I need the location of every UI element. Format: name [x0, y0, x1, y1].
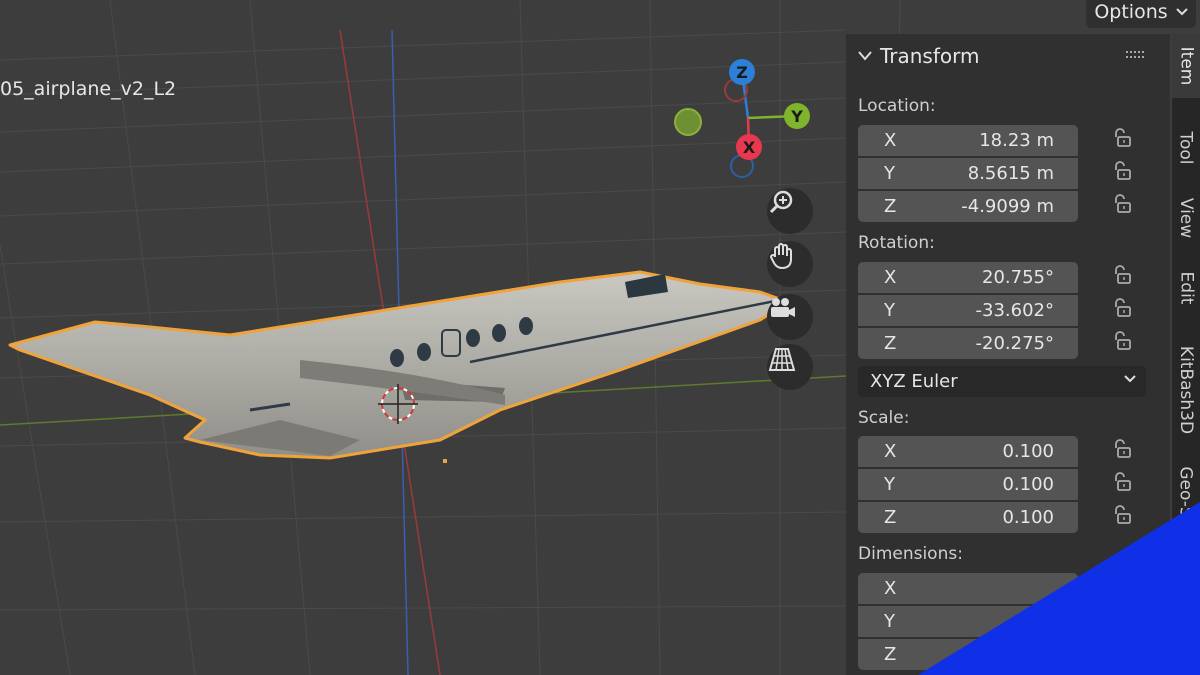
dimensions-z-field[interactable]: Z: [858, 639, 1078, 670]
lock-icon[interactable]: [1108, 329, 1132, 353]
location-x-field[interactable]: X 18.23 m: [858, 125, 1078, 156]
rotation-z-field[interactable]: Z -20.275°: [858, 328, 1078, 359]
gizmo-y-label: Y: [790, 107, 803, 126]
axis-label: Z: [884, 196, 897, 217]
axis-label: X: [884, 578, 897, 599]
gizmo-z-label: Z: [736, 63, 748, 82]
axis-label: Y: [884, 474, 895, 495]
camera-view-button[interactable]: [767, 294, 813, 340]
axis-label: Z: [884, 644, 897, 665]
axis-label: X: [884, 267, 897, 288]
drag-handle-icon[interactable]: [1126, 50, 1144, 60]
axis-label: Y: [884, 611, 895, 632]
rotation-y-field[interactable]: Y -33.602°: [858, 295, 1078, 326]
field-value: 18.23 m: [979, 130, 1054, 151]
tab-label: Item: [1176, 46, 1197, 86]
chevron-down-icon: [1175, 8, 1188, 16]
transform-panel: Transform Location: X 18.23 m Y 8.5615 m Z…: [846, 34, 1170, 675]
lock-icon[interactable]: [1108, 263, 1132, 287]
object-name-overlay: 05_airplane_v2_L2: [0, 78, 177, 100]
lock-icon[interactable]: [1108, 159, 1132, 183]
dimensions-label: Dimensions:: [858, 544, 963, 564]
panel-title: Transform: [880, 44, 980, 68]
lock-icon[interactable]: [1108, 296, 1132, 320]
pan-button[interactable]: [767, 241, 813, 287]
tab-label: Geo-S: [1176, 466, 1196, 518]
field-value: 0.100: [1002, 507, 1054, 528]
tab-label: View: [1176, 197, 1196, 239]
axis-label: Z: [884, 333, 897, 354]
axis-label: X: [884, 130, 897, 151]
location-z-field[interactable]: Z -4.9099 m: [858, 191, 1078, 222]
axis-label: Z: [884, 507, 897, 528]
options-dropdown[interactable]: Options: [1086, 0, 1196, 28]
gizmo-x-label: X: [743, 138, 756, 157]
field-value: 0.100: [1002, 474, 1054, 495]
axis-label: Y: [884, 163, 895, 184]
location-label: Location:: [858, 96, 936, 116]
location-y-field[interactable]: Y 8.5615 m: [858, 158, 1078, 189]
collapse-chevron-icon: [858, 51, 872, 61]
field-value: -20.275°: [975, 333, 1054, 354]
lock-icon[interactable]: [1108, 437, 1132, 461]
gizmo-neg-y: [674, 108, 702, 136]
zoom-button[interactable]: [767, 188, 813, 234]
field-value: 8.5615 m: [967, 163, 1054, 184]
axis-label: Y: [884, 300, 895, 321]
field-value: -4.9099 m: [961, 196, 1054, 217]
camera-icon: [771, 298, 795, 317]
transform-header[interactable]: Transform: [858, 44, 979, 68]
lock-icon[interactable]: [1108, 126, 1132, 150]
tab-tool[interactable]: Tool: [1172, 116, 1200, 180]
scale-x-field[interactable]: X 0.100: [858, 436, 1078, 467]
rotation-mode-dropdown[interactable]: XYZ Euler: [858, 366, 1146, 397]
tab-kitbash3d[interactable]: KitBash3D: [1172, 330, 1200, 450]
lock-icon[interactable]: [1108, 192, 1132, 216]
sidebar-tabs: Item Tool View Edit KitBash3D Geo-S: [1172, 34, 1200, 675]
pan-hand-icon: [769, 243, 792, 270]
tab-item[interactable]: Item: [1172, 34, 1200, 98]
tab-label: Tool: [1176, 131, 1196, 165]
axis-label: X: [884, 441, 897, 462]
tab-label: KitBash3D: [1176, 345, 1196, 435]
rotation-mode-value: XYZ Euler: [870, 371, 958, 392]
field-value: 20.755°: [982, 267, 1054, 288]
field-value: 0.100: [1002, 441, 1054, 462]
rotation-label: Rotation:: [858, 233, 935, 253]
tab-label: Edit: [1176, 271, 1197, 305]
grid-perspective-icon: [768, 348, 796, 371]
tab-view[interactable]: View: [1172, 186, 1200, 250]
tab-geo-s[interactable]: Geo-S: [1172, 452, 1200, 532]
lock-icon[interactable]: [1108, 503, 1132, 527]
chevron-down-icon: [1124, 375, 1136, 383]
scale-label: Scale:: [858, 408, 910, 428]
zoom-icon: [769, 190, 793, 214]
options-label: Options: [1094, 1, 1168, 23]
tab-edit[interactable]: Edit: [1172, 260, 1200, 316]
field-value: -33.602°: [975, 300, 1054, 321]
dimensions-x-field[interactable]: X: [858, 573, 1078, 604]
perspective-toggle-button[interactable]: [767, 344, 813, 390]
dimensions-y-field[interactable]: Y: [858, 606, 1078, 637]
rotation-x-field[interactable]: X 20.755°: [858, 262, 1078, 293]
scale-z-field[interactable]: Z 0.100: [858, 502, 1078, 533]
scale-y-field[interactable]: Y 0.100: [858, 469, 1078, 500]
lock-icon[interactable]: [1108, 470, 1132, 494]
